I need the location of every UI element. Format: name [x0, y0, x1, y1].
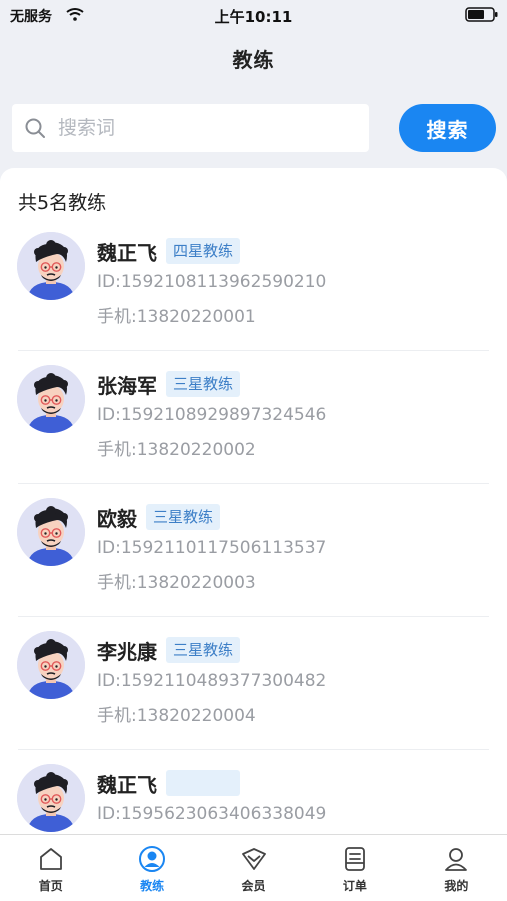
- coach-name: 魏正飞: [97, 773, 157, 797]
- coach-phone: 手机:13820220002: [97, 440, 256, 460]
- coach-list: 魏正飞 四星教练 ID:1592108113962590210 手机:13820…: [0, 218, 507, 834]
- avatar: [17, 498, 85, 566]
- tab-label: 会员: [241, 879, 266, 893]
- coach-item[interactable]: 李兆康 三星教练 ID:1592110489377300482 手机:13820…: [0, 617, 507, 750]
- avatar-illustration: [17, 365, 85, 433]
- coach-icon: [139, 846, 166, 872]
- coach-level-badge: 三星教练: [146, 504, 221, 530]
- avatar-illustration: [17, 498, 85, 566]
- coach-level-badge: 四星教练: [166, 238, 241, 264]
- search-button[interactable]: 搜索: [399, 104, 496, 152]
- coach-id: ID:1595623063406338049: [97, 804, 327, 824]
- page-title: 教练: [232, 48, 275, 72]
- coach-id: ID:1592108929897324546: [97, 405, 327, 425]
- coach-phone: 手机:13820220004: [97, 706, 256, 726]
- coach-id: ID:1592110489377300482: [97, 671, 327, 691]
- coach-list-card: 共5名教练 魏正飞 四星教练 ID:1592108113962590210 手机…: [0, 168, 507, 834]
- tab-label: 教练: [140, 879, 165, 893]
- tab-label: 我的: [444, 879, 469, 893]
- tab-coach[interactable]: 教练: [101, 835, 202, 901]
- coach-level-badge: 三星教练: [166, 637, 241, 663]
- tab-profile[interactable]: 我的: [406, 835, 507, 901]
- tab-label: 首页: [38, 879, 63, 893]
- search-bar: [12, 104, 369, 152]
- profile-icon: [445, 848, 468, 871]
- tab-order[interactable]: 订单: [304, 835, 405, 901]
- coach-phone: 手机:13820220001: [97, 307, 256, 327]
- coach-id: ID:1592110117506113537: [97, 538, 327, 558]
- coach-name: 魏正飞: [97, 241, 157, 265]
- home-icon: [39, 848, 62, 870]
- search-input[interactable]: [56, 116, 350, 140]
- avatar: [17, 365, 85, 433]
- battery-icon: [465, 7, 498, 22]
- coach-level-badge: [166, 770, 240, 796]
- avatar: [17, 232, 85, 300]
- coach-name: 欧毅: [97, 507, 137, 531]
- coach-phone: 手机:13820220003: [97, 573, 256, 593]
- member-icon: [241, 848, 266, 870]
- avatar-illustration: [17, 232, 85, 300]
- coach-item[interactable]: 魏正飞 四星教练 ID:1592108113962590210 手机:13820…: [0, 218, 507, 351]
- coach-id: ID:1592108113962590210: [97, 272, 327, 292]
- tab-bar: 首页 教练 会员 订单 我的: [0, 834, 507, 901]
- search-icon: [25, 118, 45, 138]
- avatar-illustration: [17, 631, 85, 699]
- coach-name: 张海军: [97, 374, 157, 398]
- coach-item[interactable]: 张海军 三星教练 ID:1592108929897324546 手机:13820…: [0, 351, 507, 484]
- tab-label: 订单: [342, 879, 367, 893]
- status-bar: 无服务 上午10:11: [0, 0, 507, 30]
- avatar: [17, 631, 85, 699]
- status-time: 上午10:11: [214, 8, 293, 26]
- tab-home[interactable]: 首页: [0, 835, 101, 901]
- tab-member[interactable]: 会员: [203, 835, 304, 901]
- coach-level-badge: 三星教练: [166, 371, 241, 397]
- coach-count: 共5名教练: [18, 192, 107, 214]
- coach-item[interactable]: 欧毅 三星教练 ID:1592110117506113537 手机:138202…: [0, 484, 507, 617]
- avatar-illustration: [17, 764, 85, 832]
- order-icon: [345, 847, 365, 871]
- avatar: [17, 764, 85, 832]
- coach-name: 李兆康: [97, 640, 157, 664]
- coach-item[interactable]: 魏正飞 ID:1595623063406338049: [0, 750, 507, 834]
